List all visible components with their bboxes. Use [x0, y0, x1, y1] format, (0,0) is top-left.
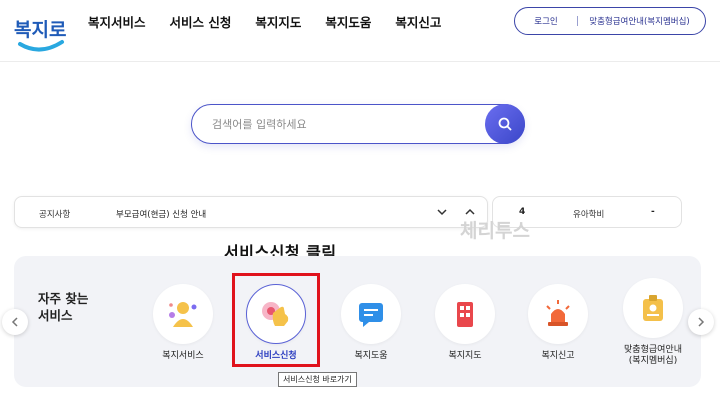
svg-text:복지로: 복지로	[14, 19, 66, 41]
page: 복지로 복지서비스 서비스 신청 복지지도 복지도움 복지신고 로그인 맞춤형급…	[0, 0, 720, 400]
stats-value: -	[651, 207, 655, 217]
search-icon	[498, 117, 512, 131]
chevron-down-icon[interactable]	[435, 205, 449, 222]
service-membership[interactable]: 맞춤형급여안내 (복지멤버십)	[613, 278, 693, 367]
chevron-right-icon	[698, 317, 705, 327]
service-report[interactable]: 복지신고	[518, 284, 598, 362]
service-label: 복지서비스	[162, 351, 204, 361]
nav-welfare-map[interactable]: 복지지도	[255, 12, 301, 31]
service-help[interactable]: 복지도움	[331, 284, 411, 362]
tooltip: 서비스신청 바로가기	[278, 372, 357, 387]
login-button[interactable]: 로그인	[515, 15, 577, 27]
service-label: 복지신고	[541, 351, 575, 361]
watermark: 체리투스	[460, 220, 530, 242]
notice-bar: 공지사항 부모급여(현금) 신청 안내	[14, 196, 488, 228]
people-icon	[153, 284, 213, 344]
nav-welfare-service[interactable]: 복지서비스	[88, 12, 146, 31]
notice-link[interactable]: 부모급여(현금) 신청 안내	[116, 208, 206, 220]
building-icon	[435, 284, 495, 344]
badge-icon	[623, 278, 683, 338]
siren-icon	[528, 284, 588, 344]
logo[interactable]: 복지로	[12, 6, 68, 54]
header-actions: 로그인 맞춤형급여안내(복지멤버십)	[514, 7, 706, 35]
stats-label[interactable]: 유아학비	[573, 208, 604, 220]
nav-welfare-report[interactable]: 복지신고	[395, 12, 441, 31]
chat-icon	[341, 284, 401, 344]
service-label: 맞춤형급여안내 (복지멤버십)	[624, 345, 682, 366]
chevron-left-icon	[11, 317, 18, 327]
service-label: 복지도움	[354, 351, 388, 361]
service-map[interactable]: 복지지도	[425, 284, 505, 362]
notice-label: 공지사항	[39, 210, 71, 220]
nav-welfare-help[interactable]: 복지도움	[325, 12, 371, 31]
service-label: 복지지도	[448, 351, 482, 361]
prev-arrow-button[interactable]	[2, 309, 28, 335]
search-bar	[191, 104, 525, 144]
header: 복지로 복지서비스 서비스 신청 복지지도 복지도움 복지신고 로그인 맞춤형급…	[0, 0, 720, 62]
service-welfare[interactable]: 복지서비스	[143, 284, 223, 362]
nav-service-apply[interactable]: 서비스 신청	[170, 12, 232, 31]
search-button[interactable]	[485, 104, 525, 144]
membership-guide-button[interactable]: 맞춤형급여안내(복지멤버십)	[578, 15, 705, 27]
panel-title: 자주 찾는 서비스	[38, 291, 89, 323]
main-nav: 복지서비스 서비스 신청 복지지도 복지도움 복지신고	[88, 12, 465, 31]
search-input[interactable]	[191, 104, 525, 144]
highlight-box	[232, 273, 320, 367]
